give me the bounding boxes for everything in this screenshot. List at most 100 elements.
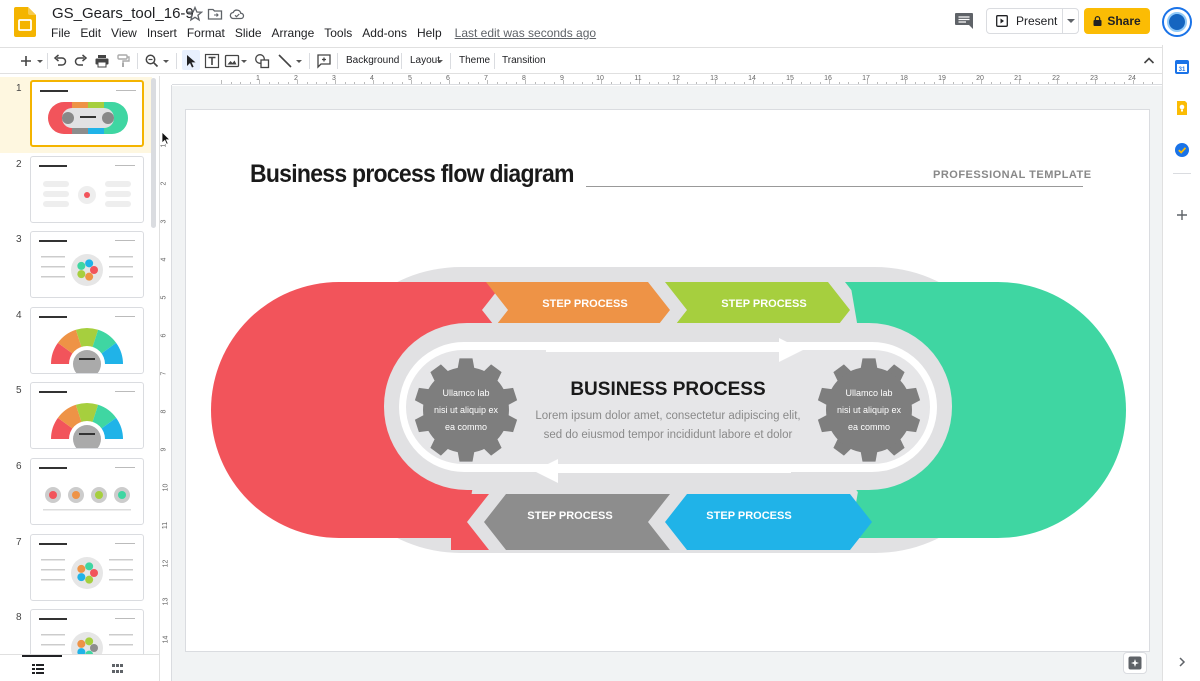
ruler-tick — [363, 82, 365, 84]
menu-edit[interactable]: Edit — [75, 26, 106, 42]
comment-history-icon[interactable] — [954, 12, 974, 30]
add-comment-icon[interactable] — [316, 53, 332, 69]
cloud-status-icon[interactable] — [229, 6, 245, 22]
ruler-top-label: 4 — [370, 75, 374, 82]
ruler-tick — [221, 80, 222, 84]
filmstrip-slide-6[interactable]: 6 — [0, 455, 152, 531]
slide-thumbnail[interactable] — [30, 231, 144, 299]
filmstrip-slide-1[interactable]: 1 — [0, 77, 152, 153]
slide-thumbnail[interactable] — [30, 382, 144, 450]
shape-icon[interactable] — [254, 53, 270, 69]
filmstrip-scrollbar[interactable] — [151, 78, 156, 228]
menu-file[interactable]: File — [46, 26, 75, 42]
text-box-icon[interactable] — [204, 53, 220, 69]
ruler-tick — [249, 82, 251, 84]
menu-slide[interactable]: Slide — [230, 26, 267, 42]
ruler-tick — [344, 82, 346, 84]
collapse-toolbar-chevron-up-icon[interactable] — [1141, 53, 1157, 69]
slide-subtitle[interactable]: PROFESSIONAL TEMPLATE — [933, 169, 1092, 181]
redo-icon[interactable] — [73, 53, 89, 69]
calendar-icon[interactable]: 31 — [1174, 59, 1190, 75]
menu-help[interactable]: Help — [412, 26, 447, 42]
zoom-icon[interactable] — [144, 53, 160, 69]
document-title[interactable]: GS_Gears_tool_16-9 — [52, 5, 194, 22]
slide-thumbnail[interactable] — [30, 155, 144, 223]
menu-addons[interactable]: Add-ons — [357, 26, 412, 42]
slide-number: 2 — [16, 158, 22, 170]
zoom-chevron-down-icon[interactable] — [161, 53, 171, 69]
ruler-tick — [230, 82, 232, 84]
blue-chevron[interactable] — [665, 494, 872, 550]
select-cursor-icon[interactable] — [183, 53, 199, 69]
transition-button[interactable]: Transition — [502, 55, 546, 66]
side-panel-divider — [1173, 173, 1191, 174]
menu-format[interactable]: Format — [182, 26, 230, 42]
vertical-ruler[interactable]: 1 2 3 4 5 6 7 8 9 10 11 12 13 14 — [160, 85, 172, 681]
ruler-tick — [924, 82, 925, 84]
get-addons-plus-icon[interactable] — [1174, 207, 1190, 223]
slide-title[interactable]: Business process flow diagram — [250, 160, 575, 189]
ruler-top-label: 17 — [862, 75, 870, 82]
share-button[interactable]: Share — [1084, 8, 1150, 34]
present-button[interactable]: Present — [986, 8, 1079, 34]
filmstrip-slide-2[interactable]: 2 — [0, 153, 152, 229]
keep-icon[interactable] — [1174, 100, 1190, 116]
menu-tools[interactable]: Tools — [319, 26, 357, 42]
slide-thumbnail[interactable] — [30, 306, 144, 374]
ruler-tick — [724, 82, 726, 84]
ruler-tick — [648, 82, 650, 84]
account-avatar[interactable] — [1162, 7, 1192, 37]
thumbnail-preview — [39, 240, 135, 287]
slides-logo-icon[interactable] — [14, 7, 36, 37]
line-chevron-down-icon[interactable] — [294, 53, 304, 69]
ruler-tick — [496, 82, 498, 84]
ruler-tick — [933, 82, 935, 84]
ruler-tick — [781, 82, 783, 84]
image-chevron-down-icon[interactable] — [239, 53, 249, 69]
ruler-top-label: 8 — [522, 75, 526, 82]
slide-number: 5 — [16, 385, 22, 397]
ruler-top-label: 19 — [938, 75, 946, 82]
slide-thumbnail[interactable] — [30, 80, 144, 147]
background-button[interactable]: Background — [346, 55, 399, 66]
move-folder-icon[interactable] — [207, 6, 223, 22]
present-options-chevron-icon[interactable] — [1067, 19, 1075, 23]
ruler-tick — [316, 82, 317, 84]
undo-icon[interactable] — [52, 53, 68, 69]
filmstrip-view-icon[interactable] — [32, 664, 44, 674]
tasks-icon[interactable] — [1174, 142, 1190, 158]
print-icon[interactable] — [94, 53, 110, 69]
ruler-top-label: 16 — [824, 75, 832, 82]
center-body-line1: Lorem ipsum dolor amet, consectetur adip… — [535, 410, 800, 422]
ruler-tick — [762, 82, 764, 84]
insert-image-icon[interactable] — [224, 53, 240, 69]
menu-view[interactable]: View — [106, 26, 142, 42]
slide-thumbnail[interactable] — [30, 458, 144, 525]
hide-side-panel-chevron-right-icon[interactable] — [1174, 654, 1190, 670]
ruler-tick — [895, 82, 897, 84]
grid-view-icon[interactable] — [112, 664, 123, 674]
menu-arrange[interactable]: Arrange — [267, 26, 320, 42]
new-slide-plus-icon[interactable] — [18, 53, 34, 69]
horizontal-ruler[interactable]: 1234567891011121314151617181920212223242… — [172, 75, 1174, 85]
explore-button[interactable] — [1123, 652, 1147, 674]
new-slide-chevron-down-icon[interactable] — [35, 53, 45, 69]
line-icon[interactable] — [277, 53, 293, 69]
center-title: BUSINESS PROCESS — [570, 379, 765, 400]
filmstrip-slide-7[interactable]: 7 — [0, 531, 152, 607]
filmstrip-slide-4[interactable]: 4 — [0, 304, 152, 380]
theme-button[interactable]: Theme — [459, 55, 490, 66]
filmstrip-slide-3[interactable]: 3 — [0, 228, 152, 304]
layout-chevron-down-icon[interactable] — [435, 53, 445, 69]
slide-thumbnail[interactable] — [30, 533, 144, 601]
slide-number: 6 — [16, 461, 22, 472]
slide-canvas[interactable]: STEP PROCESS STEP PROCESS STEP PROCESS S… — [185, 109, 1150, 652]
google-slides-window: GS_Gears_tool_16-9 File Edit View Insert… — [0, 0, 1200, 681]
menu-insert[interactable]: Insert — [142, 26, 182, 42]
paint-format-icon[interactable] — [115, 53, 131, 69]
ruler-tick — [420, 82, 422, 84]
last-edit-link[interactable]: Last edit was seconds ago — [455, 26, 596, 42]
filmstrip-slide-5[interactable]: 5 — [0, 379, 152, 455]
star-icon[interactable] — [187, 6, 203, 22]
gray-chevron[interactable] — [484, 494, 670, 550]
